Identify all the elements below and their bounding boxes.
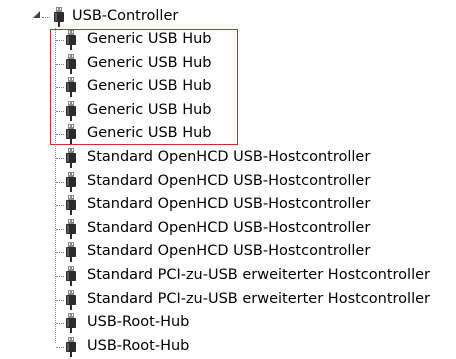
tree-connector xyxy=(56,276,64,277)
usb-plug-icon xyxy=(66,148,76,168)
usb-plug-icon xyxy=(66,77,76,98)
tree-node-label: Generic USB Hub xyxy=(87,54,212,71)
tree-connector xyxy=(56,63,64,65)
usb-plug-icon xyxy=(66,124,76,145)
tree-connector xyxy=(56,323,64,325)
tree-connector xyxy=(56,181,64,183)
usb-plug-icon xyxy=(66,53,76,74)
tree-connector xyxy=(42,17,50,18)
tree-node-device[interactable]: Standard PCI-zu-USB erweiterter Hostcont… xyxy=(0,288,456,312)
tree-connector xyxy=(56,346,64,348)
tree-node-label: Standard OpenHCD USB-Hostcontroller xyxy=(87,172,371,189)
tree-node-device[interactable]: Standard OpenHCD USB-Hostcontroller xyxy=(0,170,456,194)
usb-plug-icon xyxy=(66,218,76,239)
usb-plug-icon xyxy=(66,195,76,216)
usb-plug-icon xyxy=(66,100,76,121)
tree-connector xyxy=(56,110,64,112)
tree-connector xyxy=(56,299,64,301)
tree-node-device[interactable]: Standard OpenHCD USB-Hostcontroller xyxy=(0,240,456,264)
tree-node-label: Standard OpenHCD USB-Hostcontroller xyxy=(87,149,371,165)
tree-node-label: Generic USB Hub xyxy=(87,125,212,142)
device-tree: USB-Controller Generic USB Hub Generic US… xyxy=(0,0,456,357)
tree-node-device[interactable]: Generic USB Hub xyxy=(0,52,456,76)
tree-node-device[interactable]: Generic USB Hub xyxy=(0,75,456,99)
tree-node-label: Standard OpenHCD USB-Hostcontroller xyxy=(87,196,371,213)
usb-plug-icon xyxy=(66,30,76,50)
tree-connector xyxy=(56,40,64,41)
tree-node-label: Standard OpenHCD USB-Hostcontroller xyxy=(87,219,371,236)
tree-node-device[interactable]: Generic USB Hub xyxy=(0,99,456,123)
tree-node-device[interactable]: USB-Root-Hub xyxy=(0,311,456,335)
tree-node-usb-controller[interactable]: USB-Controller xyxy=(0,6,456,28)
tree-node-device[interactable]: Standard OpenHCD USB-Hostcontroller xyxy=(0,146,456,170)
tree-node-device[interactable]: Generic USB Hub xyxy=(0,28,456,52)
tree-node-label: Standard OpenHCD USB-Hostcontroller xyxy=(87,243,371,260)
expand-collapse-triangle-icon[interactable] xyxy=(33,11,40,18)
tree-node-device[interactable]: Generic USB Hub xyxy=(0,122,456,146)
tree-connector xyxy=(56,87,64,89)
tree-node-label: Standard PCI-zu-USB erweiterter Hostcont… xyxy=(87,290,430,307)
tree-connector xyxy=(56,228,64,230)
tree-node-label: Generic USB Hub xyxy=(87,31,212,47)
usb-plug-icon xyxy=(66,336,76,357)
tree-node-label: Generic USB Hub xyxy=(87,78,212,95)
usb-plug-icon xyxy=(66,171,76,192)
tree-node-device[interactable]: Standard PCI-zu-USB erweiterter Hostcont… xyxy=(0,264,456,288)
tree-node-label: Generic USB Hub xyxy=(87,101,212,118)
tree-connector xyxy=(56,158,64,159)
tree-connector xyxy=(56,134,64,136)
usb-plug-icon xyxy=(66,289,76,310)
tree-node-label: USB-Root-Hub xyxy=(87,314,190,331)
usb-plug-icon xyxy=(66,266,76,286)
tree-connector xyxy=(56,252,64,254)
tree-node-label: Standard PCI-zu-USB erweiterter Hostcont… xyxy=(87,267,430,283)
usb-plug-icon xyxy=(54,7,64,27)
usb-plug-icon xyxy=(66,242,76,263)
tree-connector xyxy=(56,205,64,207)
tree-node-device[interactable]: USB-Root-Hub xyxy=(0,335,456,359)
tree-node-device[interactable]: Standard OpenHCD USB-Hostcontroller xyxy=(0,217,456,241)
tree-node-label: USB-Controller xyxy=(72,8,179,24)
tree-node-label: USB-Root-Hub xyxy=(87,337,190,354)
tree-node-device[interactable]: Standard OpenHCD USB-Hostcontroller xyxy=(0,193,456,217)
usb-plug-icon xyxy=(66,313,76,334)
